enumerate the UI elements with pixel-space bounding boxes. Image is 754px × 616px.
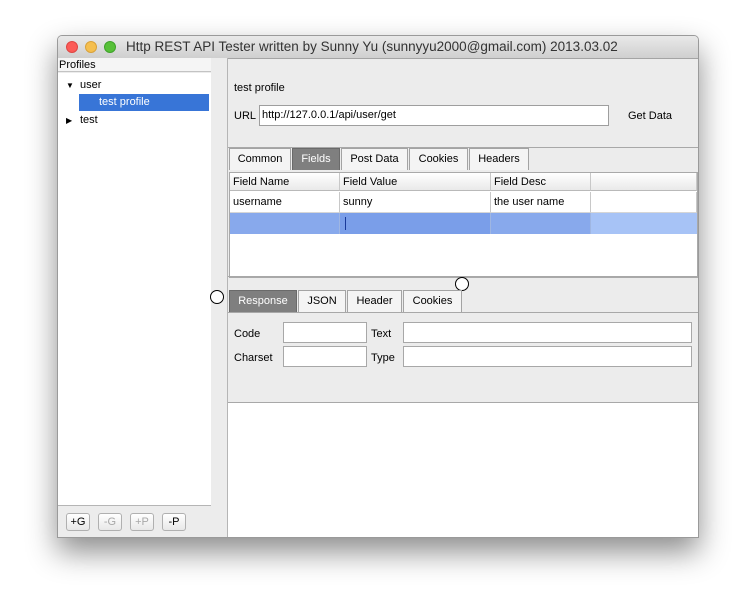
tab-response-cookies[interactable]: Cookies bbox=[403, 290, 462, 312]
triangle-down-icon[interactable]: ▼ bbox=[66, 77, 74, 94]
remove-group-button[interactable]: -G bbox=[98, 513, 122, 531]
get-data-button[interactable]: Get Data bbox=[628, 110, 672, 122]
request-response-panel: test profile URL http://127.0.0.1/api/us… bbox=[228, 58, 698, 537]
profile-name-label: test profile bbox=[234, 82, 285, 94]
horizontal-split-handle[interactable] bbox=[455, 277, 469, 291]
type-label: Type bbox=[371, 352, 395, 364]
url-input[interactable]: http://127.0.0.1/api/user/get bbox=[259, 105, 609, 126]
add-group-button[interactable]: +G bbox=[66, 513, 90, 531]
code-field[interactable] bbox=[283, 322, 367, 343]
fields-table[interactable]: Field Name Field Value Field Desc userna… bbox=[229, 172, 698, 278]
profiles-header: Profiles bbox=[58, 58, 211, 72]
url-label: URL bbox=[234, 110, 257, 122]
response-body-area[interactable] bbox=[228, 402, 698, 537]
tab-header[interactable]: Header bbox=[347, 290, 402, 312]
table-cell[interactable] bbox=[491, 213, 591, 234]
type-field[interactable] bbox=[403, 346, 692, 367]
profiles-panel: Profiles ▼ user test profile ▶ test +G -… bbox=[58, 58, 212, 537]
tab-headers[interactable]: Headers bbox=[469, 148, 529, 170]
tab-post-data[interactable]: Post Data bbox=[341, 148, 408, 170]
table-cell[interactable]: username bbox=[230, 192, 340, 213]
tree-item-label: test profile bbox=[99, 96, 150, 108]
triangle-right-icon[interactable]: ▶ bbox=[66, 112, 72, 129]
table-cell[interactable]: the user name bbox=[491, 192, 591, 213]
tab-fields[interactable]: Fields bbox=[292, 148, 340, 170]
column-header-extra[interactable] bbox=[591, 173, 697, 191]
text-label: Text bbox=[371, 328, 392, 340]
tab-json[interactable]: JSON bbox=[298, 290, 346, 312]
tree-item-test-profile[interactable]: test profile bbox=[79, 94, 209, 111]
minimize-window-button[interactable] bbox=[85, 41, 97, 53]
column-header-field-name[interactable]: Field Name bbox=[230, 173, 340, 191]
table-cell[interactable] bbox=[230, 213, 340, 234]
profile-buttons: +G -G +P -P bbox=[58, 506, 211, 537]
table-cell-editing[interactable] bbox=[340, 213, 491, 234]
tab-response[interactable]: Response bbox=[229, 290, 297, 312]
response-fields: Code Text Charset Type bbox=[228, 313, 698, 402]
title-bar[interactable]: Http REST API Tester written by Sunny Yu… bbox=[58, 36, 698, 59]
remove-profile-button[interactable]: -P bbox=[162, 513, 186, 531]
tab-cookies[interactable]: Cookies bbox=[409, 148, 468, 170]
app-window: Http REST API Tester written by Sunny Yu… bbox=[57, 35, 699, 538]
close-window-button[interactable] bbox=[66, 41, 78, 53]
tree-group-label: test bbox=[80, 114, 98, 126]
text-cursor bbox=[345, 217, 346, 230]
window-title: Http REST API Tester written by Sunny Yu… bbox=[126, 39, 618, 54]
code-label: Code bbox=[234, 328, 261, 340]
charset-field[interactable] bbox=[283, 346, 367, 367]
profiles-tree[interactable]: ▼ user test profile ▶ test bbox=[58, 73, 211, 506]
column-header-field-value[interactable]: Field Value bbox=[340, 173, 491, 191]
table-cell[interactable]: sunny bbox=[340, 192, 491, 213]
vertical-split-handle[interactable] bbox=[210, 290, 224, 304]
tree-group-test[interactable]: ▶ test bbox=[58, 112, 211, 129]
table-cell[interactable] bbox=[591, 192, 697, 213]
add-profile-button[interactable]: +P bbox=[130, 513, 154, 531]
text-field[interactable] bbox=[403, 322, 692, 343]
tree-group-user[interactable]: ▼ user bbox=[58, 77, 211, 94]
tab-common[interactable]: Common bbox=[229, 148, 291, 170]
column-header-field-desc[interactable]: Field Desc bbox=[491, 173, 591, 191]
zoom-window-button[interactable] bbox=[104, 41, 116, 53]
tree-group-label: user bbox=[80, 79, 102, 91]
charset-label: Charset bbox=[234, 352, 273, 364]
